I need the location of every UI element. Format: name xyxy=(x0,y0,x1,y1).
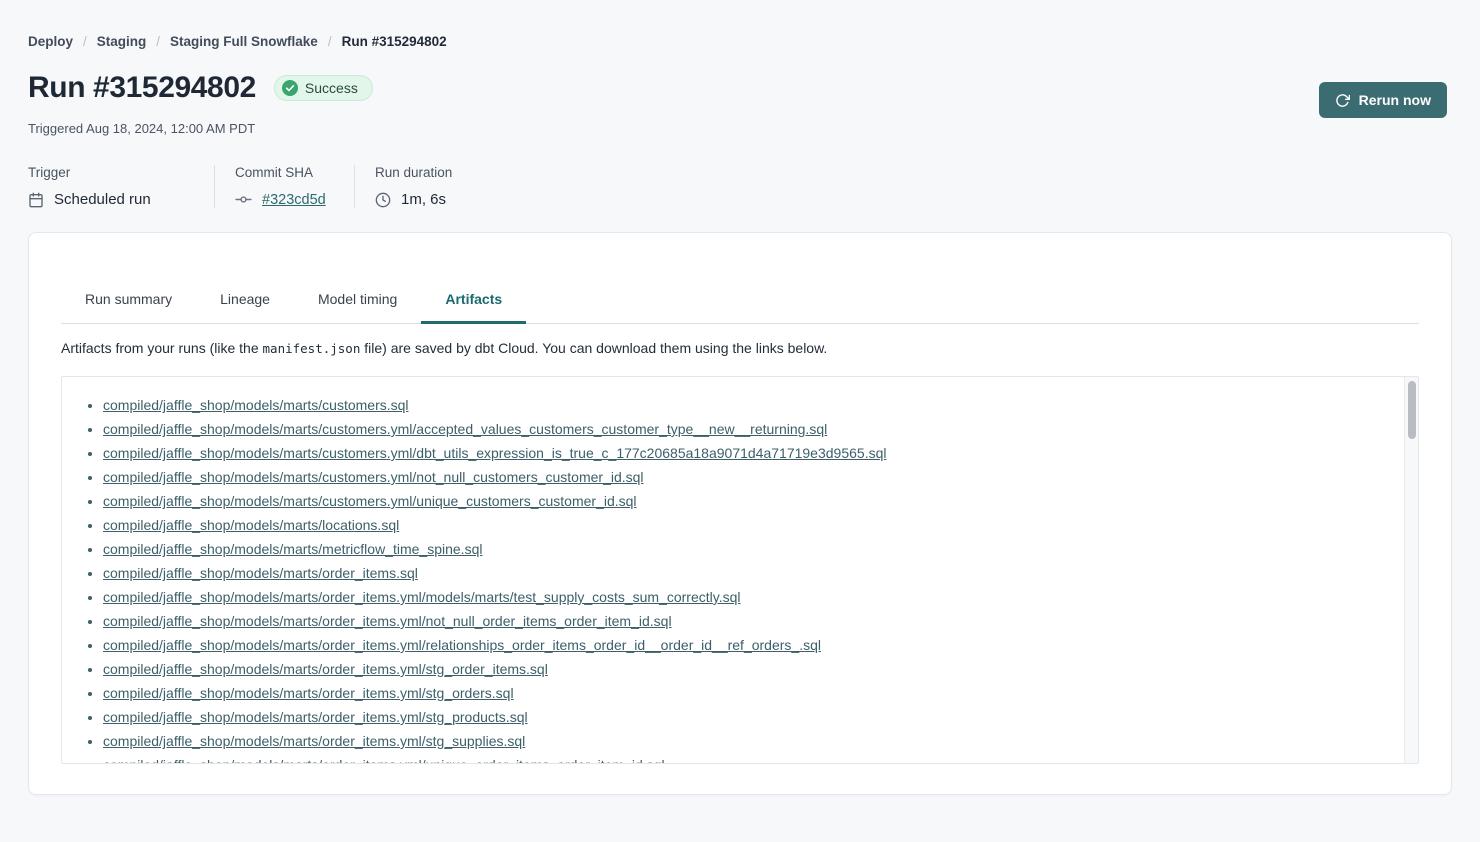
calendar-icon xyxy=(28,192,44,208)
tab-run-summary[interactable]: Run summary xyxy=(61,279,196,324)
artifact-list-item: compiled/jaffle_shop/models/marts/order_… xyxy=(103,681,1384,705)
tab-bar: Run summary Lineage Model timing Artifac… xyxy=(61,279,1419,324)
git-commit-icon xyxy=(235,191,252,208)
meta-commit: Commit SHA #323cd5d xyxy=(214,165,354,208)
page-title: Run #315294802 xyxy=(28,71,256,105)
run-meta-row: Trigger Scheduled run Commit SHA xyxy=(28,165,1452,208)
artifact-download-link[interactable]: compiled/jaffle_shop/models/marts/custom… xyxy=(103,469,644,485)
commit-sha-link[interactable]: #323cd5d xyxy=(262,192,326,208)
meta-duration-value: 1m, 6s xyxy=(401,191,446,208)
meta-trigger-value: Scheduled run xyxy=(54,191,151,208)
breadcrumb-separator: / xyxy=(328,34,332,49)
artifact-download-link[interactable]: compiled/jaffle_shop/models/marts/custom… xyxy=(103,445,886,461)
artifact-list-item: compiled/jaffle_shop/models/marts/custom… xyxy=(103,489,1384,513)
meta-duration-label: Run duration xyxy=(375,165,452,180)
rerun-now-button[interactable]: Rerun now xyxy=(1319,82,1447,118)
tab-lineage[interactable]: Lineage xyxy=(196,279,294,324)
title-row: Run #315294802 Success xyxy=(28,67,1452,109)
scrollbar-track[interactable] xyxy=(1404,377,1418,763)
breadcrumb-job[interactable]: Staging Full Snowflake xyxy=(170,34,318,49)
artifact-download-link[interactable]: compiled/jaffle_shop/models/marts/order_… xyxy=(103,661,548,677)
artifact-list-item: compiled/jaffle_shop/models/marts/custom… xyxy=(103,417,1384,441)
artifact-download-link[interactable]: compiled/jaffle_shop/models/marts/order_… xyxy=(103,709,528,725)
artifacts-description-text: Artifacts from your runs (like the xyxy=(61,340,263,356)
meta-duration: Run duration 1m, 6s xyxy=(354,165,482,208)
artifact-list-item: compiled/jaffle_shop/models/marts/order_… xyxy=(103,753,1384,764)
artifact-download-link[interactable]: compiled/jaffle_shop/models/marts/custom… xyxy=(103,493,637,509)
run-detail-card: Run summary Lineage Model timing Artifac… xyxy=(28,232,1452,795)
artifact-download-link[interactable]: compiled/jaffle_shop/models/marts/order_… xyxy=(103,613,672,629)
artifact-list-item: compiled/jaffle_shop/models/marts/order_… xyxy=(103,705,1384,729)
rerun-now-label: Rerun now xyxy=(1359,92,1431,108)
breadcrumb-staging[interactable]: Staging xyxy=(97,34,147,49)
artifacts-description: Artifacts from your runs (like the manif… xyxy=(61,340,1419,356)
artifact-download-link[interactable]: compiled/jaffle_shop/models/marts/custom… xyxy=(103,421,827,437)
artifact-download-link[interactable]: compiled/jaffle_shop/models/marts/order_… xyxy=(103,757,665,764)
manifest-json-code: manifest.json xyxy=(263,341,361,356)
artifact-list-item: compiled/jaffle_shop/models/marts/locati… xyxy=(103,513,1384,537)
breadcrumb-separator: / xyxy=(83,34,87,49)
breadcrumb-current-run: Run #315294802 xyxy=(342,34,447,49)
artifact-list-item: compiled/jaffle_shop/models/marts/order_… xyxy=(103,657,1384,681)
breadcrumb-separator: / xyxy=(156,34,160,49)
artifact-download-link[interactable]: compiled/jaffle_shop/models/marts/order_… xyxy=(103,685,514,701)
artifact-list-item: compiled/jaffle_shop/models/marts/order_… xyxy=(103,633,1384,657)
artifact-list-item: compiled/jaffle_shop/models/marts/custom… xyxy=(103,393,1384,417)
artifact-list-item: compiled/jaffle_shop/models/marts/custom… xyxy=(103,465,1384,489)
status-badge: Success xyxy=(274,75,373,101)
meta-commit-label: Commit SHA xyxy=(235,165,324,180)
clock-icon xyxy=(375,192,391,208)
artifact-download-link[interactable]: compiled/jaffle_shop/models/marts/order_… xyxy=(103,589,741,605)
meta-trigger-label: Trigger xyxy=(28,165,184,180)
artifact-list-item: compiled/jaffle_shop/models/marts/order_… xyxy=(103,561,1384,585)
check-circle-icon xyxy=(282,80,298,96)
artifact-list-item: compiled/jaffle_shop/models/marts/order_… xyxy=(103,609,1384,633)
status-badge-label: Success xyxy=(305,80,358,96)
tab-model-timing[interactable]: Model timing xyxy=(294,279,421,324)
breadcrumb-deploy[interactable]: Deploy xyxy=(28,34,73,49)
artifact-download-link[interactable]: compiled/jaffle_shop/models/marts/custom… xyxy=(103,397,409,413)
artifact-download-link[interactable]: compiled/jaffle_shop/models/marts/order_… xyxy=(103,733,525,749)
artifacts-description-text: file) are saved by dbt Cloud. You can do… xyxy=(360,340,827,356)
artifact-download-link[interactable]: compiled/jaffle_shop/models/marts/locati… xyxy=(103,517,399,533)
meta-trigger: Trigger Scheduled run xyxy=(28,165,214,208)
artifact-download-link[interactable]: compiled/jaffle_shop/models/marts/metric… xyxy=(103,541,482,557)
tab-artifacts[interactable]: Artifacts xyxy=(421,279,526,324)
artifact-list-container: compiled/jaffle_shop/models/marts/custom… xyxy=(61,376,1419,764)
triggered-timestamp: Triggered Aug 18, 2024, 12:00 AM PDT xyxy=(28,121,1452,136)
artifact-list-item: compiled/jaffle_shop/models/marts/order_… xyxy=(103,729,1384,753)
refresh-icon xyxy=(1335,93,1350,108)
scrollbar-thumb[interactable] xyxy=(1408,381,1416,439)
breadcrumb: Deploy / Staging / Staging Full Snowflak… xyxy=(28,0,1452,49)
artifact-list-item: compiled/jaffle_shop/models/marts/metric… xyxy=(103,537,1384,561)
artifact-download-link[interactable]: compiled/jaffle_shop/models/marts/order_… xyxy=(103,565,418,581)
artifact-list-item: compiled/jaffle_shop/models/marts/order_… xyxy=(103,585,1384,609)
run-detail-page: Deploy / Staging / Staging Full Snowflak… xyxy=(0,0,1480,842)
artifact-download-link[interactable]: compiled/jaffle_shop/models/marts/order_… xyxy=(103,637,821,653)
artifact-list: compiled/jaffle_shop/models/marts/custom… xyxy=(62,377,1418,764)
artifact-list-item: compiled/jaffle_shop/models/marts/custom… xyxy=(103,441,1384,465)
